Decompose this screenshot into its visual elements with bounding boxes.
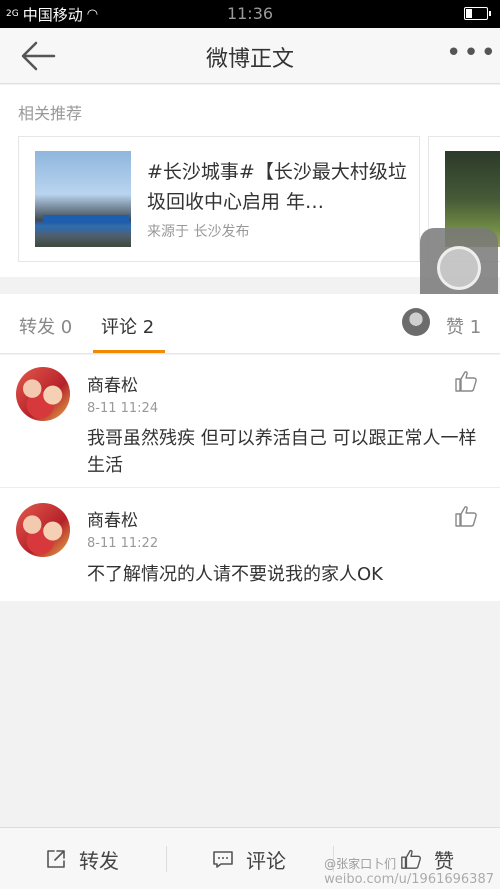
avatar[interactable] [16,367,70,421]
comment-text: 不了解情况的人请不要说我的家人OK [87,564,383,585]
repost-button[interactable]: 转发 [45,828,119,889]
more-dots-icon: ••• [446,38,499,68]
bottom-action-bar: 转发 评论 赞 @张家口卜们 weibo.com/u/1961696387 [0,827,500,889]
watermark-url: weibo.com/u/1961696387 [324,872,494,887]
active-tab-indicator [93,350,165,353]
share-icon [47,850,65,868]
comment-time: 8-11 11:22 [87,536,159,551]
recommend-card[interactable]: #长沙城事#【长沙最大村级垃圾回收中心启用 年… 来源于 长沙发布 [18,136,420,262]
comment-author[interactable]: 商春松 [87,371,138,396]
comment-time: 8-11 11:24 [87,401,159,416]
recommend-thumbnail [35,151,131,247]
tab-repost[interactable]: 转发 0 [19,313,72,339]
repost-label: 转发 [79,848,119,873]
divider [166,846,167,872]
tab-likes[interactable]: 赞 1 [446,313,481,339]
tab-comment[interactable]: 评论 2 [101,313,154,339]
comment-list: 商春松 8-11 11:24 我哥虽然残疾 但可以养活自己 可以跟正常人一样生活… [0,355,500,601]
recommend-source: 来源于 长沙发布 [147,224,250,240]
comment-item[interactable]: 商春松 8-11 11:22 不了解情况的人请不要说我的家人OK [0,488,500,601]
assistive-touch-icon [437,246,481,290]
more-menu-button[interactable]: ••• [446,40,496,70]
avatar[interactable] [16,503,70,557]
thumbs-up-icon[interactable] [454,369,478,393]
page-title: 微博正文 [205,47,294,72]
status-bar: 2G 中国移动 ◠ 11:36 [0,0,500,28]
status-time: 11:36 [226,4,274,23]
nav-header: 微博正文 ••• [0,28,500,84]
comment-label: 评论 [246,848,286,873]
comment-text: 我哥虽然残疾 但可以养活自己 可以跟正常人一样生活 [87,428,477,476]
comment-item[interactable]: 商春松 8-11 11:24 我哥虽然残疾 但可以养活自己 可以跟正常人一样生活 [0,355,500,488]
battery-icon [464,7,491,20]
thumbs-up-icon[interactable] [454,504,478,528]
watermark: @张家口卜们 weibo.com/u/1961696387 [324,855,494,887]
liker-avatar[interactable] [402,308,430,336]
comment-icon [213,851,233,868]
recommend-title: #长沙城事#【长沙最大村级垃圾回收中心启用 年… [147,161,407,213]
watermark-handle: @张家口卜们 [324,857,397,871]
recommend-label: 相关推荐 [18,104,83,123]
interaction-tabs: 转发 0 评论 2 赞 1 [0,294,500,354]
comment-author[interactable]: 商春松 [87,506,138,531]
comment-button[interactable]: 评论 [212,828,286,889]
